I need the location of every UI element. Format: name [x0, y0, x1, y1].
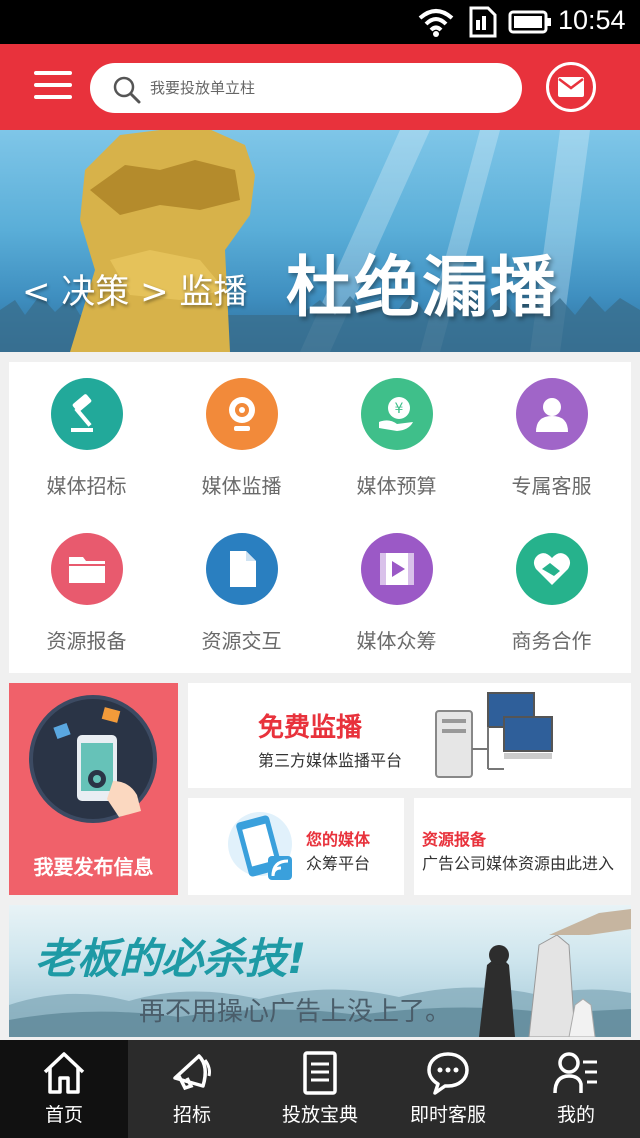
- grid-item-business-cooperation[interactable]: 商务合作: [474, 517, 629, 672]
- grid-circle: [361, 533, 433, 605]
- grid-label: 资源交互: [201, 629, 282, 653]
- gavel-icon: [71, 394, 93, 432]
- search-icon: [113, 76, 141, 104]
- computer-network-icon: [435, 692, 553, 778]
- grid-circle: [51, 533, 123, 605]
- svg-text:¥: ¥: [395, 401, 404, 417]
- grid-circle: [516, 378, 588, 450]
- resource-filing-title: 资源报备: [422, 830, 487, 849]
- resource-filing-card[interactable]: 资源报备 广告公司媒体资源由此进入: [414, 798, 631, 895]
- resource-filing-subtitle: 广告公司媒体资源由此进入: [422, 854, 615, 873]
- free-monitor-subtitle: 第三方媒体监播平台: [258, 751, 403, 770]
- status-bar: 10:54: [0, 0, 640, 44]
- phone-rss-icon: [228, 812, 292, 880]
- folder-icon: [69, 557, 105, 583]
- ad-subline: 再不用操心广告上没上了。: [139, 997, 452, 1027]
- home-icon: [43, 1052, 85, 1094]
- tab-label: 投放宝典: [281, 1104, 358, 1126]
- crowdfunding-title: 您的媒体: [306, 830, 371, 849]
- tab-home[interactable]: 首页: [0, 1040, 128, 1138]
- hero-banner[interactable]: < 决策 > 监播 杜绝漏播: [0, 130, 640, 352]
- grid-label: 媒体监播: [201, 474, 282, 498]
- menu-icon[interactable]: [34, 71, 72, 103]
- grid-circle: ¥: [361, 378, 433, 450]
- grid-item-media-monitor[interactable]: 媒体监播: [164, 362, 319, 517]
- grid-label: 媒体预算: [356, 474, 437, 498]
- envelope-icon: [558, 77, 584, 97]
- handshake-icon: [533, 553, 571, 585]
- publish-illustration: [29, 695, 157, 823]
- grid-item-media-budget[interactable]: ¥ 媒体预算: [319, 362, 474, 517]
- tab-bidding[interactable]: 招标: [128, 1040, 256, 1138]
- webcam-icon: [229, 397, 255, 431]
- grid-item-customer-service[interactable]: 专属客服: [474, 362, 629, 517]
- notebook-icon: [303, 1051, 337, 1095]
- video-icon: [380, 553, 414, 585]
- banner-big-text: 杜绝漏播: [286, 249, 558, 326]
- chat-icon: [427, 1052, 469, 1095]
- grid-label: 媒体众筹: [356, 629, 437, 653]
- free-monitor-card[interactable]: 免费监播 第三方媒体监播平台: [188, 683, 631, 788]
- grid-circle: [206, 533, 278, 605]
- battery-icon: [508, 10, 551, 34]
- grid-item-media-crowdfunding[interactable]: 媒体众筹: [319, 517, 474, 672]
- tab-label: 我的: [556, 1104, 595, 1126]
- sim-card-icon: [469, 6, 497, 38]
- tab-guide[interactable]: 投放宝典: [256, 1040, 384, 1138]
- search-bar[interactable]: [90, 63, 522, 113]
- publish-info-card[interactable]: 我要发布信息: [9, 683, 178, 895]
- free-monitor-title: 免费监播: [258, 713, 363, 743]
- publish-info-label: 我要发布信息: [33, 855, 154, 879]
- grid-item-resource-filing[interactable]: 资源报备: [9, 517, 164, 672]
- grid-label: 专属客服: [511, 474, 592, 498]
- tab-label: 即时客服: [409, 1104, 486, 1126]
- feature-grid: 媒体招标 媒体监播 ¥ 媒体预算 专属客服 资源报备 资源交互 媒体众筹 商务合…: [9, 362, 631, 673]
- grid-circle: [206, 378, 278, 450]
- tab-live-service[interactable]: 即时客服: [384, 1040, 512, 1138]
- yen-hand-icon: ¥: [379, 397, 413, 431]
- grid-item-media-bidding[interactable]: 媒体招标: [9, 362, 164, 517]
- boss-ad-banner[interactable]: 老板的必杀技! 再不用操心广告上没上了。: [9, 905, 631, 1037]
- wifi-icon: [418, 9, 454, 37]
- grid-circle: [516, 533, 588, 605]
- crowdfunding-subtitle: 众筹平台: [306, 854, 371, 873]
- grid-label: 商务合作: [511, 629, 592, 653]
- banner-small-text: < 决策 > 监播: [22, 272, 248, 312]
- grid-label: 资源报备: [46, 629, 127, 653]
- grid-item-resource-exchange[interactable]: 资源交互: [164, 517, 319, 672]
- megaphone-icon: [173, 1054, 211, 1091]
- crowdfunding-card[interactable]: 您的媒体 众筹平台: [188, 798, 404, 895]
- mail-button[interactable]: [546, 62, 596, 112]
- profile-icon: [553, 1052, 597, 1094]
- tab-mine[interactable]: 我的: [512, 1040, 640, 1138]
- grid-circle: [51, 378, 123, 450]
- ad-headline: 老板的必杀技!: [35, 934, 307, 983]
- clock: 10:54: [558, 5, 626, 35]
- search-input[interactable]: [150, 73, 500, 103]
- bottom-tab-bar: 首页 招标 投放宝典 即时客服 我的: [0, 1040, 640, 1138]
- tab-label: 招标: [172, 1104, 211, 1126]
- tab-label: 首页: [44, 1104, 83, 1126]
- document-icon: [230, 551, 256, 587]
- user-icon: [536, 398, 568, 432]
- app-header: [0, 44, 640, 130]
- grid-label: 媒体招标: [46, 474, 127, 498]
